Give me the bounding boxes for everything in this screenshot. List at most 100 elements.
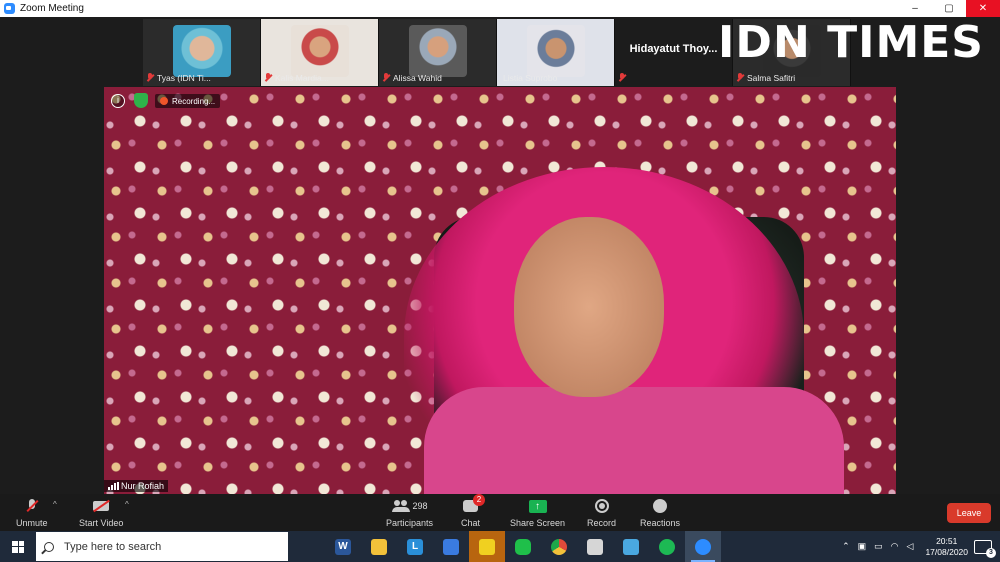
taskbar-app-sticky-notes[interactable]: [469, 531, 505, 562]
signal-strength-icon: [108, 482, 119, 490]
store-icon: [443, 538, 459, 555]
idn-times-watermark: IDN TIMES: [718, 17, 984, 68]
participants-icon: [391, 500, 410, 512]
reactions-button[interactable]: Reactions: [640, 497, 680, 528]
mic-muted-icon: [382, 73, 390, 82]
photos-icon: [623, 538, 639, 555]
paint-icon: [587, 538, 603, 555]
participant-name-row: Salma Safitri: [736, 72, 795, 83]
recording-dot-icon: [160, 97, 168, 105]
mic-muted-icon: [618, 73, 626, 82]
participant-tile[interactable]: Alissa Wahid: [379, 19, 497, 86]
search-icon: [44, 541, 54, 552]
maximize-button[interactable]: ▢: [932, 0, 966, 17]
audio-options-caret[interactable]: ^: [53, 500, 57, 509]
close-button[interactable]: ✕: [966, 0, 1000, 17]
start-button[interactable]: [0, 531, 36, 562]
participant-name-row: [618, 72, 626, 83]
participant-tile[interactable]: Tyas (IDN Ti...: [143, 19, 261, 86]
taskbar-app-l[interactable]: L: [397, 531, 433, 562]
tray-overflow-chevron-icon[interactable]: ⌃: [842, 541, 850, 552]
line-icon: [515, 538, 531, 555]
system-tray: ⌃ ▣ ▭ ◠ ◁ 20:51 17/08/2020 3: [838, 531, 1000, 562]
video-off-icon: [93, 501, 110, 511]
mic-muted-icon: [264, 73, 272, 82]
participant-name: Alissa Wahid: [393, 72, 442, 83]
window-controls: – ▢ ✕: [898, 0, 1000, 17]
participant-tile[interactable]: Kalis Mardia...: [261, 19, 379, 86]
participants-count: 298: [412, 501, 428, 511]
chat-icon: 2: [463, 494, 485, 512]
chat-button[interactable]: 2 Chat: [461, 494, 485, 528]
taskbar-app-paint[interactable]: [577, 531, 613, 562]
security-shield-icon[interactable]: [134, 93, 148, 108]
share-screen-button[interactable]: ↑ Share Screen: [510, 497, 565, 528]
title-bar: Zoom Meeting – ▢ ✕: [0, 0, 1000, 17]
battery-icon[interactable]: ▭: [874, 541, 883, 552]
participant-name-row: Tyas (IDN Ti...: [146, 72, 211, 83]
taskbar-app-photos[interactable]: [613, 531, 649, 562]
recording-indicator[interactable]: Recording...: [155, 94, 221, 108]
start-video-button[interactable]: Start Video: [79, 497, 123, 528]
volume-icon[interactable]: ◁: [907, 541, 914, 552]
spotify-icon: [659, 538, 675, 555]
speaker-face: [514, 217, 664, 397]
zoom-icon: [695, 538, 711, 555]
windows-taskbar: Type here to search W L ⌃ ▣ ▭ ◠ ◁ 20:51 …: [0, 531, 1000, 562]
meeting-info-icon[interactable]: i: [111, 94, 125, 108]
meeting-area: Tyas (IDN Ti... Kalis Mardia... Alissa W…: [0, 17, 1000, 494]
mic-muted-icon: [146, 73, 154, 82]
search-placeholder: Type here to search: [64, 540, 162, 553]
speaker-body: [424, 387, 844, 494]
recording-label: Recording...: [172, 96, 216, 106]
word-icon: W: [335, 538, 351, 555]
taskbar-app-word[interactable]: W: [325, 531, 361, 562]
action-center-icon[interactable]: 3: [974, 539, 996, 558]
chrome-icon: [551, 538, 567, 555]
speaker-name-tag: Nur Rofiah: [104, 480, 169, 492]
participant-video: [290, 25, 349, 77]
record-label: Record: [587, 518, 617, 528]
share-screen-label: Share Screen: [510, 518, 566, 528]
participants-button[interactable]: 298 Participants: [386, 497, 433, 528]
participant-name-row: Listia Suprobo: [500, 72, 557, 83]
sticky-notes-icon: [479, 538, 495, 555]
participant-tile[interactable]: Hidayatut Thoy...: [615, 19, 733, 86]
taskbar-app-store[interactable]: [433, 531, 469, 562]
taskbar-app-zoom[interactable]: [685, 531, 721, 562]
unmute-label: Unmute: [16, 518, 48, 528]
unmute-button[interactable]: Unmute: [16, 497, 48, 528]
active-speaker-video: i Recording... Nur Rofiah: [104, 87, 896, 494]
participant-name-row: Alissa Wahid: [382, 72, 442, 83]
participant-tile[interactable]: Listia Suprobo: [497, 19, 615, 86]
speaker-name: Nur Rofiah: [121, 481, 165, 491]
zoom-app-icon: [4, 3, 15, 14]
tray-app-icon[interactable]: ▣: [858, 541, 867, 552]
participant-name: Tyas (IDN Ti...: [157, 72, 211, 83]
clock-time: 20:51: [936, 535, 958, 546]
taskbar-apps: W L: [325, 531, 721, 562]
notification-count-badge: 3: [986, 547, 996, 558]
participants-label: Participants: [386, 518, 434, 528]
window-title: Zoom Meeting: [20, 3, 84, 14]
windows-logo-icon: [12, 540, 24, 553]
minimize-button[interactable]: –: [898, 0, 932, 17]
taskbar-app-spotify[interactable]: [649, 531, 685, 562]
taskbar-app-line[interactable]: [505, 531, 541, 562]
leave-button[interactable]: Leave: [947, 503, 991, 523]
meeting-toolbar: Unmute ^ Start Video ^ 298 Participants …: [0, 494, 1000, 531]
participant-name: Listia Suprobo: [503, 72, 558, 83]
reactions-label: Reactions: [640, 518, 681, 528]
l-app-icon: L: [407, 538, 423, 555]
video-options-caret[interactable]: ^: [125, 500, 129, 509]
share-screen-icon: ↑: [528, 499, 547, 513]
folder-icon: [371, 538, 387, 555]
reactions-smiley-icon: [653, 499, 668, 513]
record-button[interactable]: Record: [587, 497, 616, 528]
participant-name: Kalis Mardia...: [275, 72, 329, 83]
taskbar-search-box[interactable]: Type here to search: [36, 532, 288, 561]
taskbar-app-file-explorer[interactable]: [361, 531, 397, 562]
wifi-icon[interactable]: ◠: [891, 541, 899, 552]
taskbar-app-chrome[interactable]: [541, 531, 577, 562]
taskbar-clock[interactable]: 20:51 17/08/2020: [925, 536, 968, 558]
